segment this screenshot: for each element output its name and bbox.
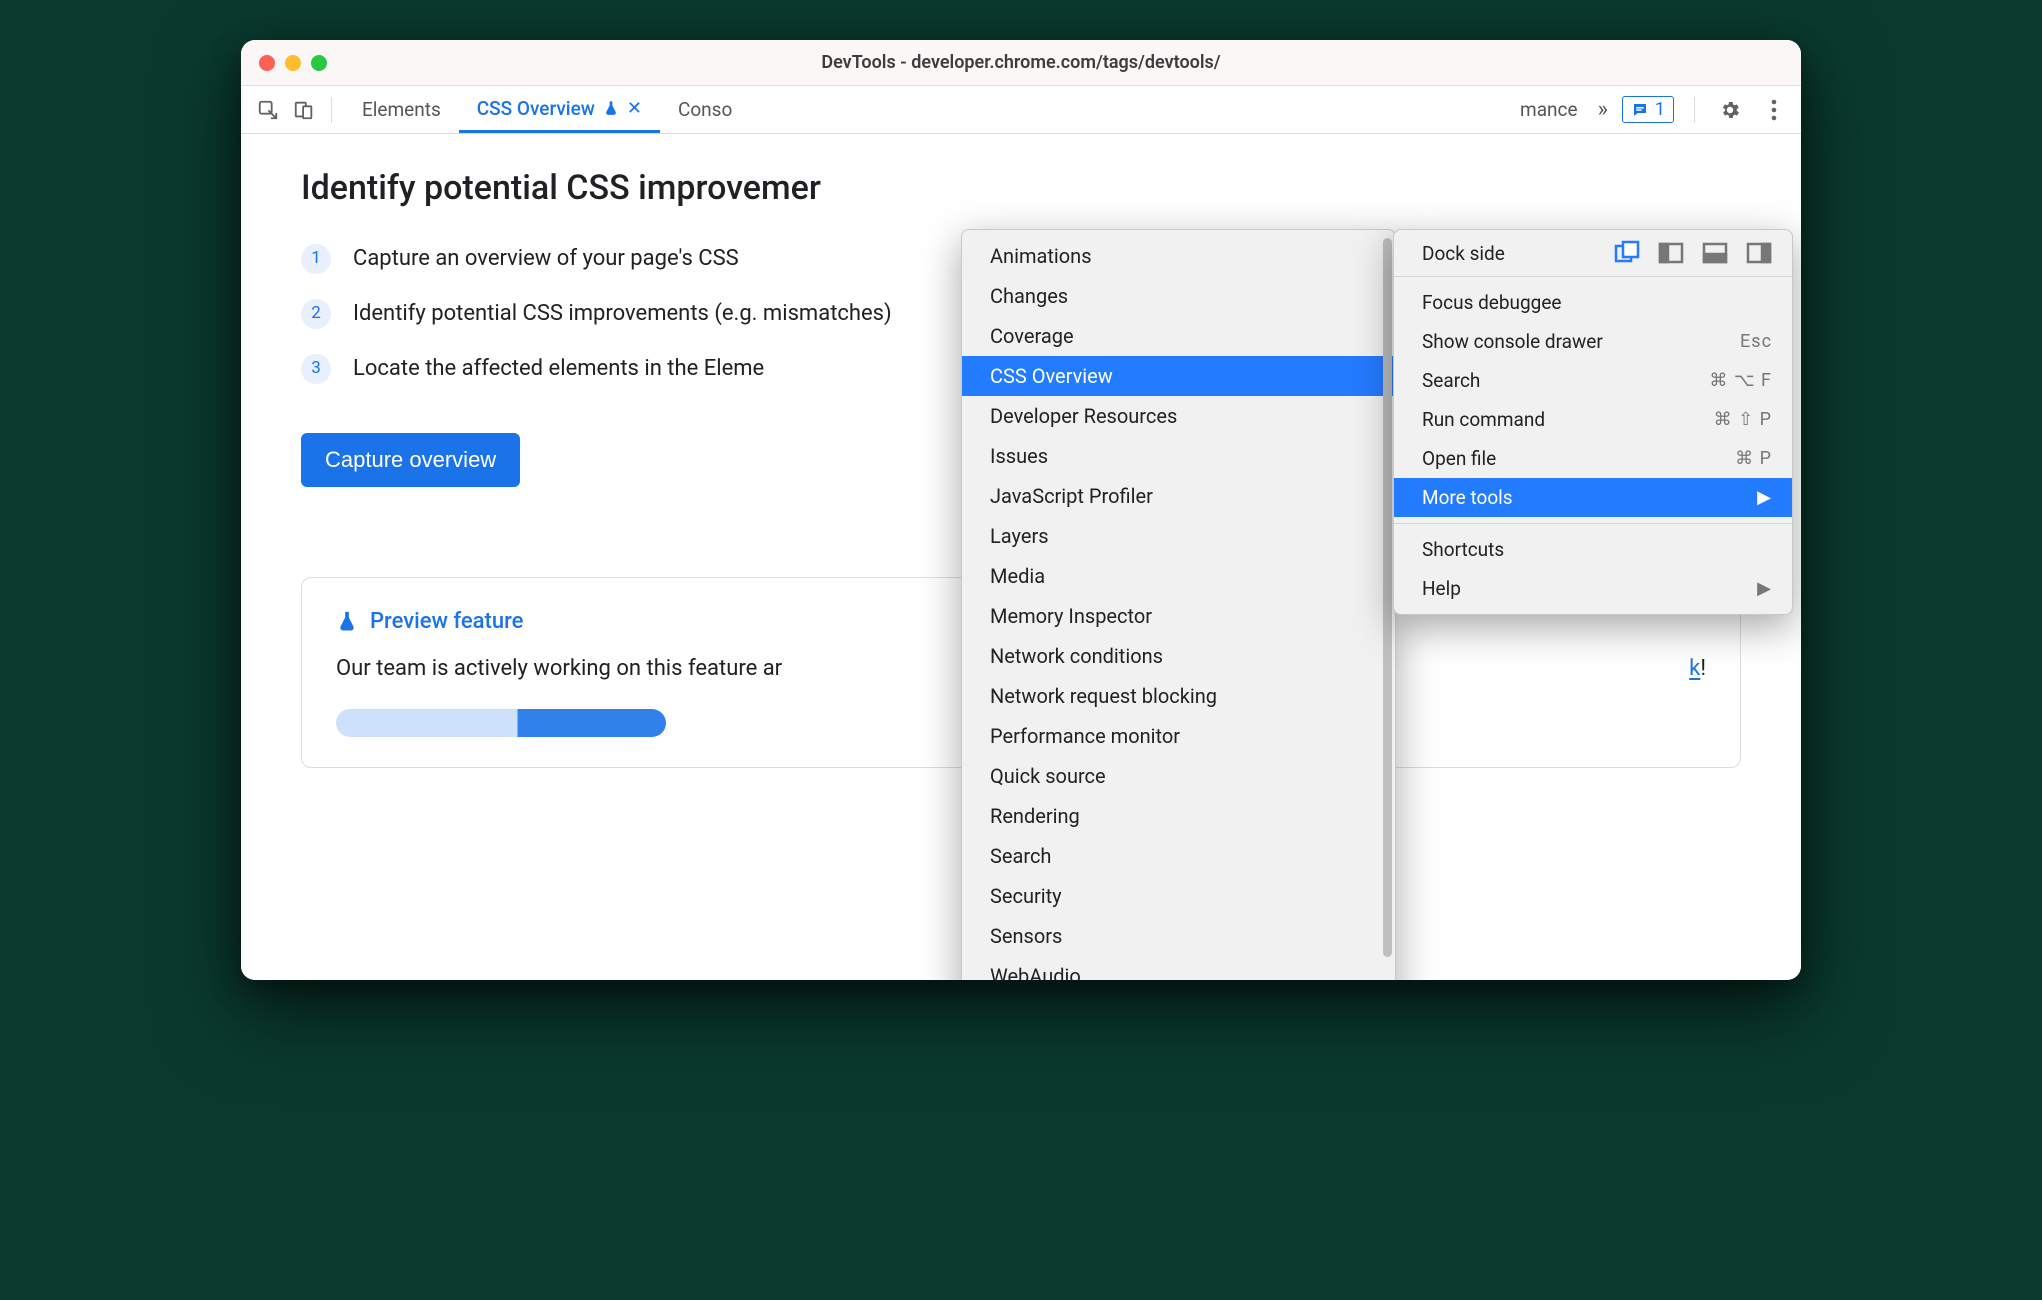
close-window-button[interactable] xyxy=(259,55,275,71)
context-menu-item[interactable]: Show console drawer Esc xyxy=(1394,322,1792,361)
close-tab-icon[interactable]: ✕ xyxy=(627,98,642,119)
tabs-overflow-icon[interactable]: » xyxy=(1598,97,1608,122)
chat-icon xyxy=(1631,101,1649,119)
toolbar-right: mance » 1 xyxy=(1514,95,1789,125)
menu-item-shortcut: Esc xyxy=(1740,331,1772,352)
step-number: 1 xyxy=(301,244,331,274)
context-menu-item[interactable]: Shortcuts xyxy=(1394,530,1792,569)
menu-item-shortcut: ⌘ P xyxy=(1735,448,1772,469)
tab-performance-partial[interactable]: mance xyxy=(1514,98,1584,121)
step-number: 2 xyxy=(301,299,331,329)
submenu-item[interactable]: Animations xyxy=(962,236,1395,276)
menu-item-label: More tools xyxy=(1422,486,1513,509)
dock-bottom-icon[interactable] xyxy=(1702,240,1728,266)
context-menu-item[interactable]: Open file ⌘ P xyxy=(1394,439,1792,478)
context-menu-item[interactable]: Help ▶ xyxy=(1394,569,1792,608)
dock-side-label: Dock side xyxy=(1422,242,1505,265)
minimize-window-button[interactable] xyxy=(285,55,301,71)
submenu-scrollbar[interactable] xyxy=(1383,238,1392,980)
preview-text-part: ! xyxy=(1700,656,1706,681)
submenu-item[interactable]: Developer Resources xyxy=(962,396,1395,436)
page-title: Identify potential CSS improvemer xyxy=(301,168,1741,208)
step-text: Identify potential CSS improvements (e.g… xyxy=(353,297,892,330)
menu-item-label: Run command xyxy=(1422,408,1545,431)
preview-chip-bar xyxy=(336,709,666,737)
menu-item-label: Help xyxy=(1422,577,1461,600)
dock-right-icon[interactable] xyxy=(1746,240,1772,266)
submenu-item[interactable]: Changes xyxy=(962,276,1395,316)
submenu-item[interactable]: Network conditions xyxy=(962,636,1395,676)
tab-elements[interactable]: Elements xyxy=(344,86,459,133)
menu-item-shortcut: ▶ xyxy=(1757,578,1772,599)
submenu-item[interactable]: Coverage xyxy=(962,316,1395,356)
dock-side-row: Dock side xyxy=(1394,230,1792,276)
devtools-window: DevTools - developer.chrome.com/tags/dev… xyxy=(241,40,1801,980)
panel-content: Identify potential CSS improvemer 1 Captu… xyxy=(241,134,1801,980)
menu-item-label: Search xyxy=(1422,369,1480,392)
submenu-item[interactable]: Media xyxy=(962,556,1395,596)
tab-css-overview[interactable]: CSS Overview ✕ xyxy=(459,86,660,133)
maximize-window-button[interactable] xyxy=(311,55,327,71)
toolbar-divider xyxy=(331,97,332,123)
submenu-item[interactable]: Network request blocking xyxy=(962,676,1395,716)
tab-label: Conso xyxy=(678,98,732,121)
menu-item-label: Open file xyxy=(1422,447,1496,470)
submenu-item[interactable]: Memory Inspector xyxy=(962,596,1395,636)
window-title: DevTools - developer.chrome.com/tags/dev… xyxy=(241,52,1801,73)
submenu-item[interactable]: JavaScript Profiler xyxy=(962,476,1395,516)
window-controls xyxy=(259,55,327,71)
tab-label: mance xyxy=(1520,98,1578,121)
submenu-item[interactable]: Layers xyxy=(962,516,1395,556)
scrollbar-thumb[interactable] xyxy=(1383,238,1392,957)
submenu-item[interactable]: WebAudio xyxy=(962,956,1395,980)
submenu-item[interactable]: Sensors xyxy=(962,916,1395,956)
preview-link-fragment[interactable]: k xyxy=(1689,656,1700,681)
toolbar-divider xyxy=(1694,97,1695,123)
step-text: Locate the affected elements in the Elem… xyxy=(353,352,764,385)
menu-item-label: Shortcuts xyxy=(1422,538,1504,561)
settings-icon[interactable] xyxy=(1715,95,1745,125)
submenu-item[interactable]: Security xyxy=(962,876,1395,916)
step-text: Capture an overview of your page's CSS xyxy=(353,242,739,275)
flask-icon xyxy=(336,608,358,634)
tab-label: Elements xyxy=(362,98,441,121)
tab-label: CSS Overview xyxy=(477,97,595,120)
panel-tabs: Elements CSS Overview ✕ Conso xyxy=(344,86,736,133)
flask-icon xyxy=(603,99,619,117)
submenu-item[interactable]: Search xyxy=(962,836,1395,876)
issues-badge[interactable]: 1 xyxy=(1622,96,1674,123)
menu-item-label: Focus debuggee xyxy=(1422,291,1562,314)
context-menu-item[interactable]: Focus debuggee xyxy=(1394,283,1792,322)
context-menu-item[interactable]: Run command ⌘ ⇧ P xyxy=(1394,400,1792,439)
context-menu-item[interactable]: More tools ▶ xyxy=(1394,478,1792,517)
inspect-icon[interactable] xyxy=(253,95,283,125)
more-tools-submenu: AnimationsChangesCoverageCSS OverviewDev… xyxy=(961,229,1396,980)
step-number: 3 xyxy=(301,354,331,384)
kebab-menu-icon[interactable] xyxy=(1759,95,1789,125)
submenu-item[interactable]: CSS Overview xyxy=(962,356,1395,396)
preview-text-part: Our team is actively working on this fea… xyxy=(336,656,782,681)
issues-count: 1 xyxy=(1655,99,1665,120)
device-toolbar-icon[interactable] xyxy=(289,95,319,125)
dock-left-icon[interactable] xyxy=(1658,240,1684,266)
submenu-item[interactable]: Rendering xyxy=(962,796,1395,836)
menu-item-label: Show console drawer xyxy=(1422,330,1603,353)
tab-console[interactable]: Conso xyxy=(660,86,736,133)
submenu-item[interactable]: Issues xyxy=(962,436,1395,476)
preview-title-text: Preview feature xyxy=(370,609,523,634)
devtools-toolbar: Elements CSS Overview ✕ Conso mance » 1 xyxy=(241,86,1801,134)
submenu-item[interactable]: Performance monitor xyxy=(962,716,1395,756)
menu-item-shortcut: ⌘ ⇧ P xyxy=(1714,409,1772,430)
titlebar: DevTools - developer.chrome.com/tags/dev… xyxy=(241,40,1801,86)
submenu-item[interactable]: Quick source xyxy=(962,756,1395,796)
context-menu-item[interactable]: Search ⌘ ⌥ F xyxy=(1394,361,1792,400)
dock-undock-icon[interactable] xyxy=(1614,240,1640,266)
menu-item-shortcut: ▶ xyxy=(1757,487,1772,508)
capture-overview-button[interactable]: Capture overview xyxy=(301,433,520,487)
menu-item-shortcut: ⌘ ⌥ F xyxy=(1709,370,1772,391)
main-context-menu: Dock side Focus debugg xyxy=(1393,229,1793,615)
